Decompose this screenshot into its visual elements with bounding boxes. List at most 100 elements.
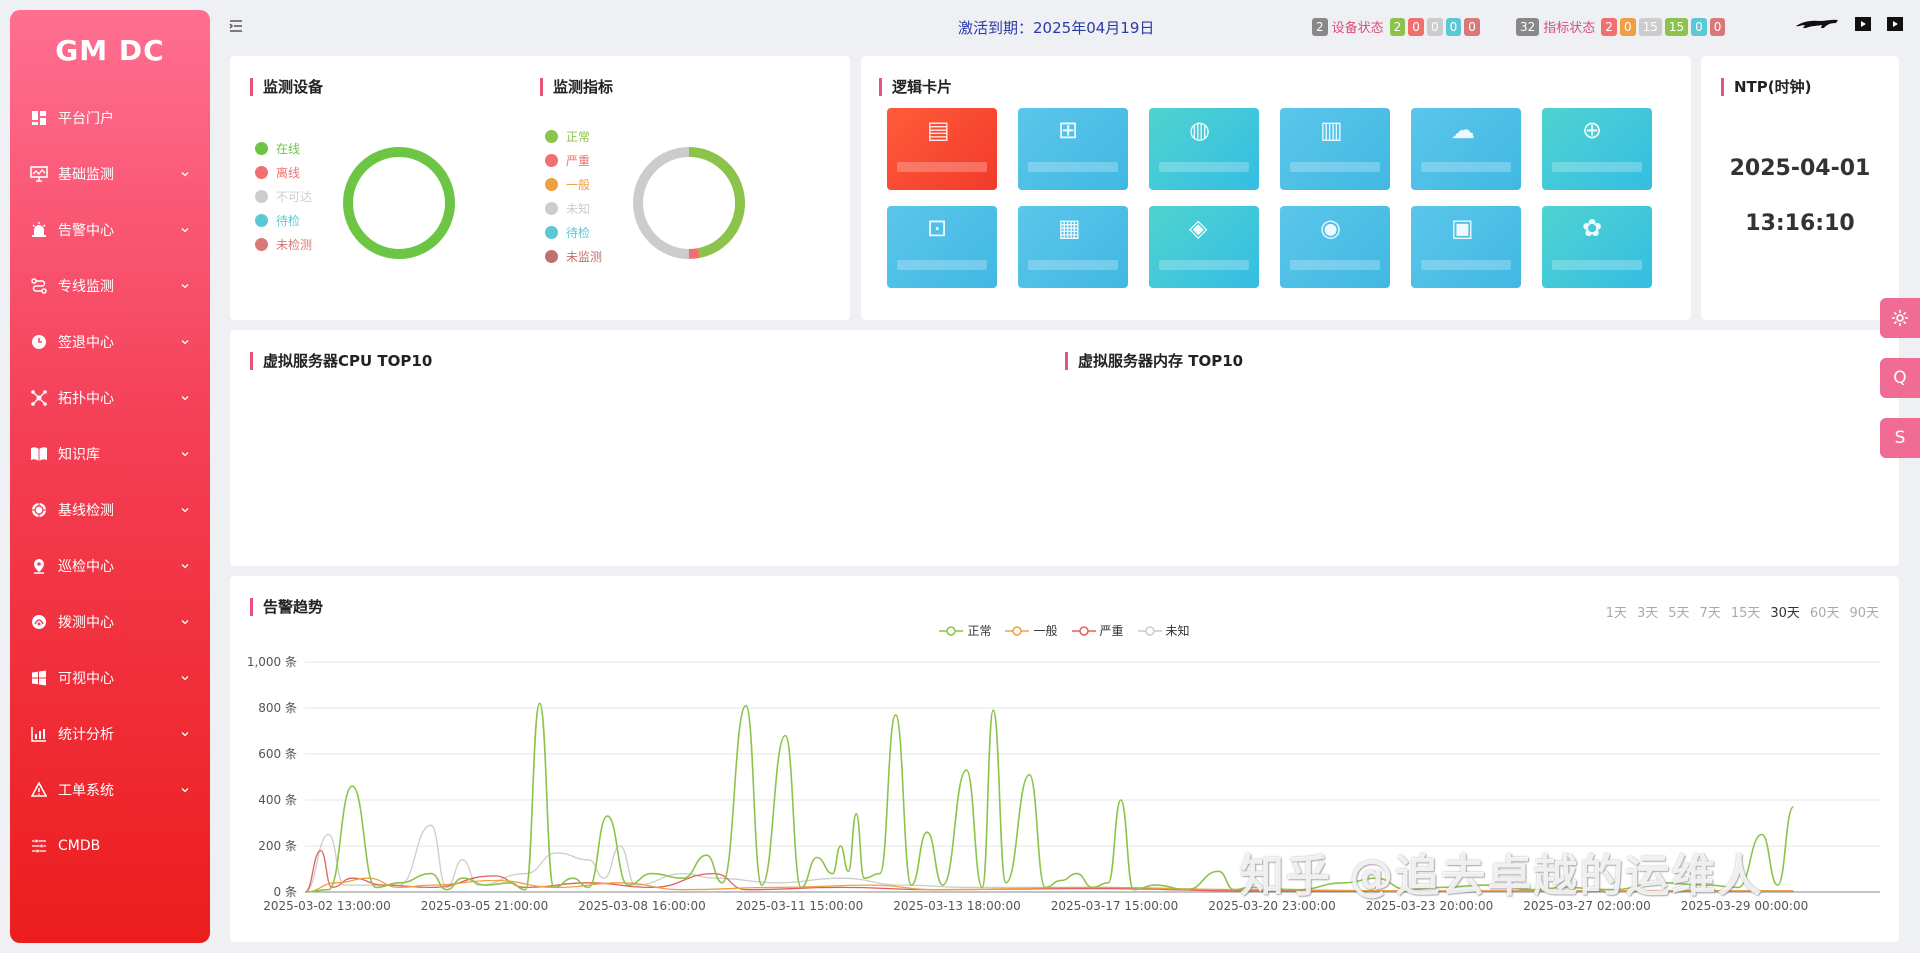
range-tab-2[interactable]: 5天 <box>1668 602 1689 621</box>
device-status-badge-critical[interactable]: 0 <box>1408 17 1424 36</box>
logic-card-0[interactable]: ▤ <box>887 108 997 190</box>
chevron-down-icon[interactable] <box>180 169 190 179</box>
chart-legend-item[interactable]: 未知 <box>1137 622 1190 639</box>
logic-card-8[interactable]: ◈ <box>1149 206 1259 288</box>
side-button-2[interactable]: S <box>1880 418 1920 458</box>
device-status-badge-unchecked[interactable]: 0 <box>1464 17 1480 36</box>
metric-status[interactable]: 32 指标状态 2 0 15 15 0 0 <box>1516 17 1728 36</box>
metric-monitor-legend-item[interactable]: 一般 <box>545 172 602 196</box>
chevron-down-icon[interactable] <box>180 617 190 627</box>
metric-status-badge-unchecked[interactable]: 0 <box>1709 17 1726 36</box>
sidebar-item-label: 专线监测 <box>58 279 114 295</box>
device-monitor-legend-item[interactable]: 离线 <box>255 160 312 184</box>
sidebar-item-5[interactable]: 拓扑中心 <box>10 370 210 426</box>
metric-monitor-legend-item[interactable]: 严重 <box>545 148 602 172</box>
chevron-down-icon[interactable] <box>180 785 190 795</box>
sidebar-item-12[interactable]: 工单系统 <box>10 762 210 818</box>
topbar: 激活到期：2025年04月19日 2 设备状态 2 0 0 0 0 32 指标状… <box>220 0 1920 54</box>
top10-card: 虚拟服务器CPU TOP10 虚拟服务器内存 TOP10 <box>230 330 1899 566</box>
metric-status-badge-pending[interactable]: 0 <box>1691 17 1707 36</box>
legend-dot <box>255 189 268 203</box>
range-tab-5[interactable]: 30天 <box>1770 602 1800 621</box>
range-tab-3[interactable]: 7天 <box>1700 602 1721 621</box>
baseline-icon <box>28 501 50 519</box>
chevron-down-icon[interactable] <box>180 225 190 235</box>
device-donut-chart[interactable] <box>336 140 462 266</box>
device-monitor-legend-item[interactable]: 待检 <box>255 208 312 232</box>
range-tab-6[interactable]: 60天 <box>1810 602 1840 621</box>
sidebar-item-9[interactable]: 拨测中心 <box>10 594 210 650</box>
logic-card-5[interactable]: ⊕ <box>1542 108 1652 190</box>
sidebar-item-8[interactable]: 巡检中心 <box>10 538 210 594</box>
chevron-down-icon[interactable] <box>180 505 190 515</box>
menu-toggle-icon[interactable] <box>228 18 244 34</box>
device-status-label: 设备状态 <box>1331 21 1384 36</box>
logic-card-6[interactable]: ⊡ <box>887 206 997 288</box>
legend-dot <box>255 141 268 155</box>
logic-card-1[interactable]: ⊞ <box>1018 108 1128 190</box>
chart-legend-item[interactable]: 严重 <box>1071 622 1124 639</box>
logic-card-4[interactable]: ☁ <box>1411 108 1521 190</box>
globe-icon: ◍ <box>1189 116 1210 144</box>
chart-legend-item[interactable]: 一般 <box>1005 622 1058 639</box>
chevron-down-icon[interactable] <box>180 337 190 347</box>
side-button-1[interactable]: Q <box>1880 358 1920 398</box>
huawei-icon: ✿ <box>1582 214 1603 242</box>
sidebar-item-13[interactable]: CMDB <box>10 818 210 874</box>
device-status-badge-pending[interactable]: 0 <box>1445 17 1462 36</box>
play-video-icon[interactable] <box>1854 16 1872 32</box>
legend-dot <box>545 201 558 215</box>
play-fullscreen-icon[interactable] <box>1886 16 1904 32</box>
metric-monitor-legend-item[interactable]: 未监测 <box>545 244 602 268</box>
logic-card-2[interactable]: ◍ <box>1149 108 1259 190</box>
sidebar-item-7[interactable]: 基线检测 <box>10 482 210 538</box>
metric-status-badge-normal[interactable]: 15 <box>1664 17 1689 36</box>
range-tab-1[interactable]: 3天 <box>1637 602 1658 621</box>
x-tick-label: 2025-03-29 00:00:00 <box>1681 899 1808 913</box>
logic-card-10[interactable]: ▣ <box>1411 206 1521 288</box>
device-legend: 在线 离线 不可达 待检 未检测 <box>255 136 312 256</box>
logic-card-3[interactable]: ▥ <box>1280 108 1390 190</box>
metric-status-badge-general[interactable]: 0 <box>1619 17 1636 36</box>
logic-card-9[interactable]: ◉ <box>1280 206 1390 288</box>
metric-monitor-legend-item[interactable]: 待检 <box>545 220 602 244</box>
chevron-down-icon[interactable] <box>180 561 190 571</box>
sidebar-item-2[interactable]: 告警中心 <box>10 202 210 258</box>
metric-monitor-legend-item[interactable]: 未知 <box>545 196 602 220</box>
range-tab-7[interactable]: 90天 <box>1849 602 1879 621</box>
device-status[interactable]: 2 设备状态 2 0 0 0 0 <box>1312 17 1483 36</box>
device-status-badge-unreachable[interactable]: 0 <box>1426 17 1443 36</box>
chevron-down-icon[interactable] <box>180 393 190 403</box>
chevron-down-icon[interactable] <box>180 281 190 291</box>
logic-card-7[interactable]: ▦ <box>1018 206 1128 288</box>
y-tick-label: 800 条 <box>258 701 297 715</box>
sidebar-item-label: 巡检中心 <box>58 559 114 575</box>
alert-trend-chart[interactable]: 0 条 200 条 400 条 600 条 800 条 1,000 条 2025-03-02… <box>230 642 1899 942</box>
chevron-down-icon[interactable] <box>180 449 190 459</box>
chevron-down-icon[interactable] <box>180 673 190 683</box>
sidebar-item-11[interactable]: 统计分析 <box>10 706 210 762</box>
brand-logo[interactable]: GM DC <box>10 10 210 90</box>
metric-status-badge-critical[interactable]: 2 <box>1601 17 1617 36</box>
chart-legend-item[interactable]: 正常 <box>939 622 991 639</box>
range-tab-0[interactable]: 1天 <box>1606 602 1627 621</box>
device-monitor-legend-item[interactable]: 在线 <box>255 136 312 160</box>
sidebar-item-1[interactable]: 基础监测 <box>10 146 210 202</box>
sidebar-item-6[interactable]: 知识库 <box>10 426 210 482</box>
sidebar-item-0[interactable]: 平台门户 <box>10 90 210 146</box>
sidebar-item-label: 可视中心 <box>58 671 114 687</box>
device-monitor-legend-item[interactable]: 不可达 <box>255 184 312 208</box>
sidebar-item-4[interactable]: 签退中心 <box>10 314 210 370</box>
side-button-0[interactable] <box>1880 298 1920 338</box>
panther-logo-icon[interactable] <box>1794 16 1840 32</box>
metric-monitor-legend-item[interactable]: 正常 <box>545 124 602 148</box>
sidebar-item-3[interactable]: 专线监测 <box>10 258 210 314</box>
logic-card-11[interactable]: ✿ <box>1542 206 1652 288</box>
metric-status-badge-unknown[interactable]: 15 <box>1638 17 1662 36</box>
sidebar-item-10[interactable]: 可视中心 <box>10 650 210 706</box>
device-monitor-legend-item[interactable]: 未检测 <box>255 232 312 256</box>
metric-donut-chart[interactable] <box>626 140 752 266</box>
chevron-down-icon[interactable] <box>180 729 190 739</box>
device-status-badge-normal[interactable]: 2 <box>1389 17 1406 36</box>
range-tab-4[interactable]: 15天 <box>1731 602 1761 621</box>
